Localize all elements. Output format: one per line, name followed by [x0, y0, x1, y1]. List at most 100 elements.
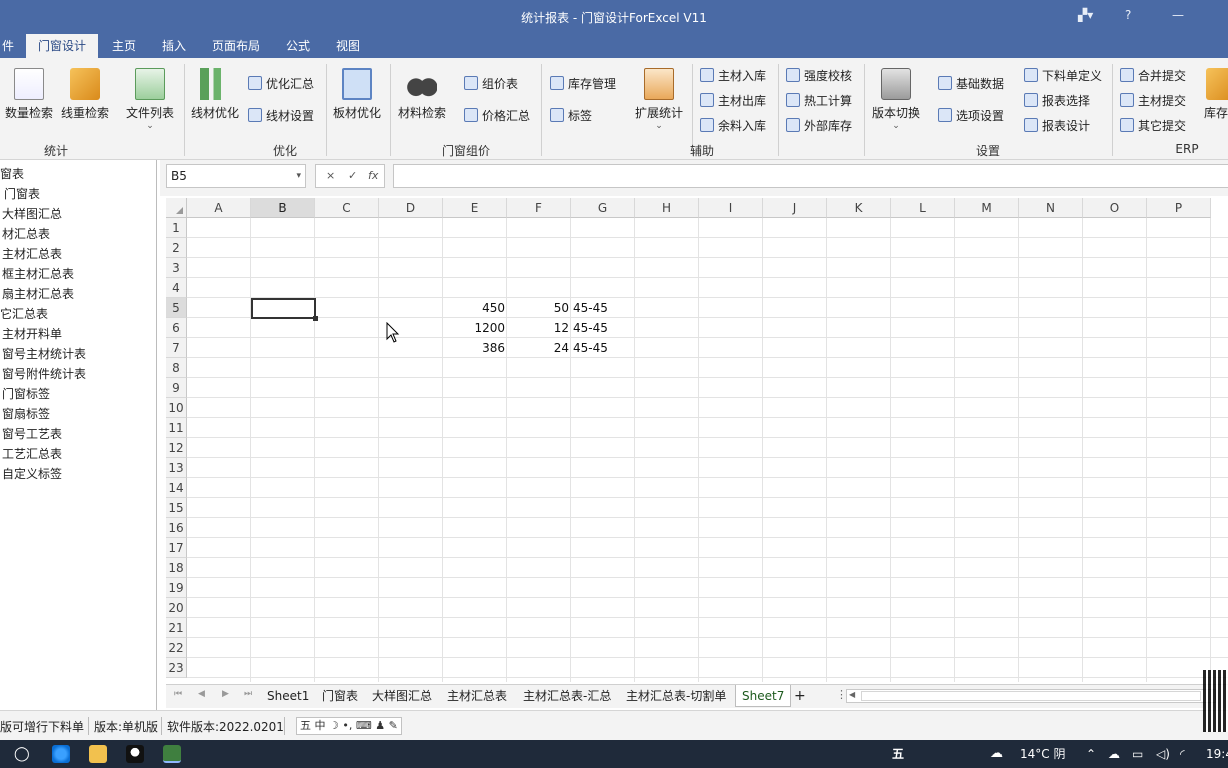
sheet-tab[interactable]: 大样图汇总 — [372, 685, 432, 707]
row-header[interactable]: 1 — [166, 218, 187, 238]
column-header[interactable]: K — [827, 198, 891, 218]
folder-icon[interactable] — [89, 745, 107, 763]
volume-icon[interactable]: ◁) — [1156, 744, 1170, 764]
prev-sheet-icon[interactable]: ◀ — [198, 689, 205, 699]
horizontal-scrollbar[interactable]: ◀ — [846, 689, 1216, 703]
sheet-tab-active[interactable]: Sheet7 — [735, 685, 792, 707]
report-item[interactable]: 大样图汇总 — [2, 204, 62, 224]
price-table-button[interactable]: 组价表 — [464, 74, 518, 94]
cell-f7[interactable]: 24 — [509, 338, 569, 358]
report-item[interactable]: 主材汇总表 — [2, 244, 62, 264]
row-header[interactable]: 20 — [166, 598, 187, 618]
row-header[interactable]: 15 — [166, 498, 187, 518]
row-header[interactable]: 10 — [166, 398, 187, 418]
report-item[interactable]: 门窗表 — [4, 184, 40, 204]
column-header[interactable]: L — [891, 198, 955, 218]
qq-icon[interactable] — [126, 745, 144, 763]
row-header[interactable]: 11 — [166, 418, 187, 438]
file-list-button[interactable]: 文件列表 ⌄ — [124, 66, 176, 132]
row-header[interactable]: 22 — [166, 638, 187, 658]
row-header[interactable]: 14 — [166, 478, 187, 498]
tab-formulas[interactable]: 公式 — [278, 34, 318, 58]
inventory-button[interactable]: 库存管理 — [550, 74, 616, 94]
sheet-tab[interactable]: 主材汇总表-汇总 — [523, 685, 611, 707]
cell-g5[interactable]: 45-45 — [573, 298, 633, 318]
price-summary-button[interactable]: 价格汇总 — [464, 106, 530, 126]
row-header[interactable]: 6 — [166, 318, 187, 338]
cell-g6[interactable]: 45-45 — [573, 318, 633, 338]
sheet-tab[interactable]: Sheet1 — [267, 685, 309, 707]
ime-toolbar[interactable]: 五 中 ☽ •, ⌨ ♟ ✎ — [296, 717, 402, 735]
ime-indicator[interactable]: 五 — [892, 744, 904, 764]
version-switch-button[interactable]: 版本切换 ⌄ — [870, 66, 922, 132]
row-header[interactable]: 16 — [166, 518, 187, 538]
report-item[interactable]: 窗扇标签 — [2, 404, 50, 424]
report-item[interactable]: 自定义标签 — [2, 464, 62, 484]
cell-e6[interactable]: 1200 — [445, 318, 505, 338]
line-optimize-button[interactable]: 线材优化 — [190, 66, 240, 132]
strength-check-button[interactable]: 强度校核 — [786, 66, 852, 86]
qty-search-button[interactable]: 数量检索 — [4, 66, 54, 132]
report-item[interactable]: 扇主材汇总表 — [2, 284, 74, 304]
weather-text[interactable]: 14°C 阴 — [1020, 744, 1065, 764]
report-select-button[interactable]: 报表选择 — [1024, 91, 1090, 111]
function-icon[interactable]: fx — [368, 165, 378, 187]
report-item[interactable]: 窗号工艺表 — [2, 424, 62, 444]
next-sheet-icon[interactable]: ▶ — [222, 689, 229, 699]
excel-taskbar-icon[interactable] — [163, 745, 181, 763]
row-header[interactable]: 21 — [166, 618, 187, 638]
opt-summary-button[interactable]: 优化汇总 — [248, 74, 314, 94]
chevron-down-icon[interactable]: ▾ — [296, 165, 301, 187]
row-header[interactable]: 7 — [166, 338, 187, 358]
sync-icon[interactable]: ▞▾ — [1078, 8, 1093, 22]
column-header[interactable]: I — [699, 198, 763, 218]
cell-f6[interactable]: 12 — [509, 318, 569, 338]
scroll-thumb[interactable] — [861, 691, 1201, 701]
row-header[interactable]: 12 — [166, 438, 187, 458]
store-button[interactable]: 库存 — [1204, 66, 1228, 132]
material-search-button[interactable]: 材料检索 — [396, 66, 448, 132]
column-header[interactable]: O — [1083, 198, 1147, 218]
report-item[interactable]: 窗号主材统计表 — [2, 344, 86, 364]
row-header[interactable]: 8 — [166, 358, 187, 378]
start-icon[interactable]: ◯ — [14, 744, 30, 764]
tray-expand-icon[interactable]: ⌃ — [1086, 744, 1096, 764]
spreadsheet-grid[interactable]: ABCDEFGHIJKLMNOP 1 2 3 4 5 6 7 8 9 10 11 12 13 14 15 16… — [166, 198, 1228, 682]
report-item[interactable]: 框主材汇总表 — [2, 264, 74, 284]
row-header[interactable]: 3 — [166, 258, 187, 278]
row-header[interactable]: 4 — [166, 278, 187, 298]
weather-icon[interactable]: ☁ — [990, 744, 1003, 764]
formula-input[interactable] — [393, 164, 1228, 188]
column-header[interactable]: E — [443, 198, 507, 218]
name-box[interactable]: B5 ▾ — [166, 164, 306, 188]
browser-icon[interactable] — [52, 745, 70, 763]
option-settings-button[interactable]: 选项设置 — [938, 106, 1004, 126]
column-header[interactable]: J — [763, 198, 827, 218]
report-item[interactable]: 它汇总表 — [0, 304, 48, 324]
report-design-button[interactable]: 报表设计 — [1024, 116, 1090, 136]
row-header[interactable]: 2 — [166, 238, 187, 258]
line-settings-button[interactable]: 线材设置 — [248, 106, 314, 126]
sheet-tab[interactable]: 主材汇总表 — [447, 685, 507, 707]
tab-file[interactable]: 件 — [0, 34, 16, 58]
column-header[interactable]: M — [955, 198, 1019, 218]
last-sheet-icon[interactable]: ⏭ — [244, 689, 252, 699]
main-out-button[interactable]: 主材出库 — [700, 91, 766, 111]
tab-door-window-design[interactable]: 门窗设计 — [26, 34, 98, 58]
tab-insert[interactable]: 插入 — [152, 34, 196, 58]
sheet-tab[interactable]: 主材汇总表-切割单 — [626, 685, 726, 707]
scroll-left-icon[interactable]: ◀ — [849, 690, 855, 699]
column-header[interactable]: H — [635, 198, 699, 218]
tab-home[interactable]: 主页 — [102, 34, 146, 58]
column-header[interactable]: D — [379, 198, 443, 218]
column-header[interactable]: C — [315, 198, 379, 218]
other-submit-button[interactable]: 其它提交 — [1120, 116, 1186, 136]
cell-g7[interactable]: 45-45 — [573, 338, 633, 358]
report-item[interactable]: 工艺汇总表 — [2, 444, 62, 464]
row-header[interactable]: 23 — [166, 658, 187, 678]
row-header[interactable]: 18 — [166, 558, 187, 578]
select-all-corner[interactable] — [166, 198, 187, 218]
add-sheet-button[interactable]: + — [794, 685, 806, 707]
report-item[interactable]: 主材开料单 — [2, 324, 62, 344]
thermal-calc-button[interactable]: 热工计算 — [786, 91, 852, 111]
